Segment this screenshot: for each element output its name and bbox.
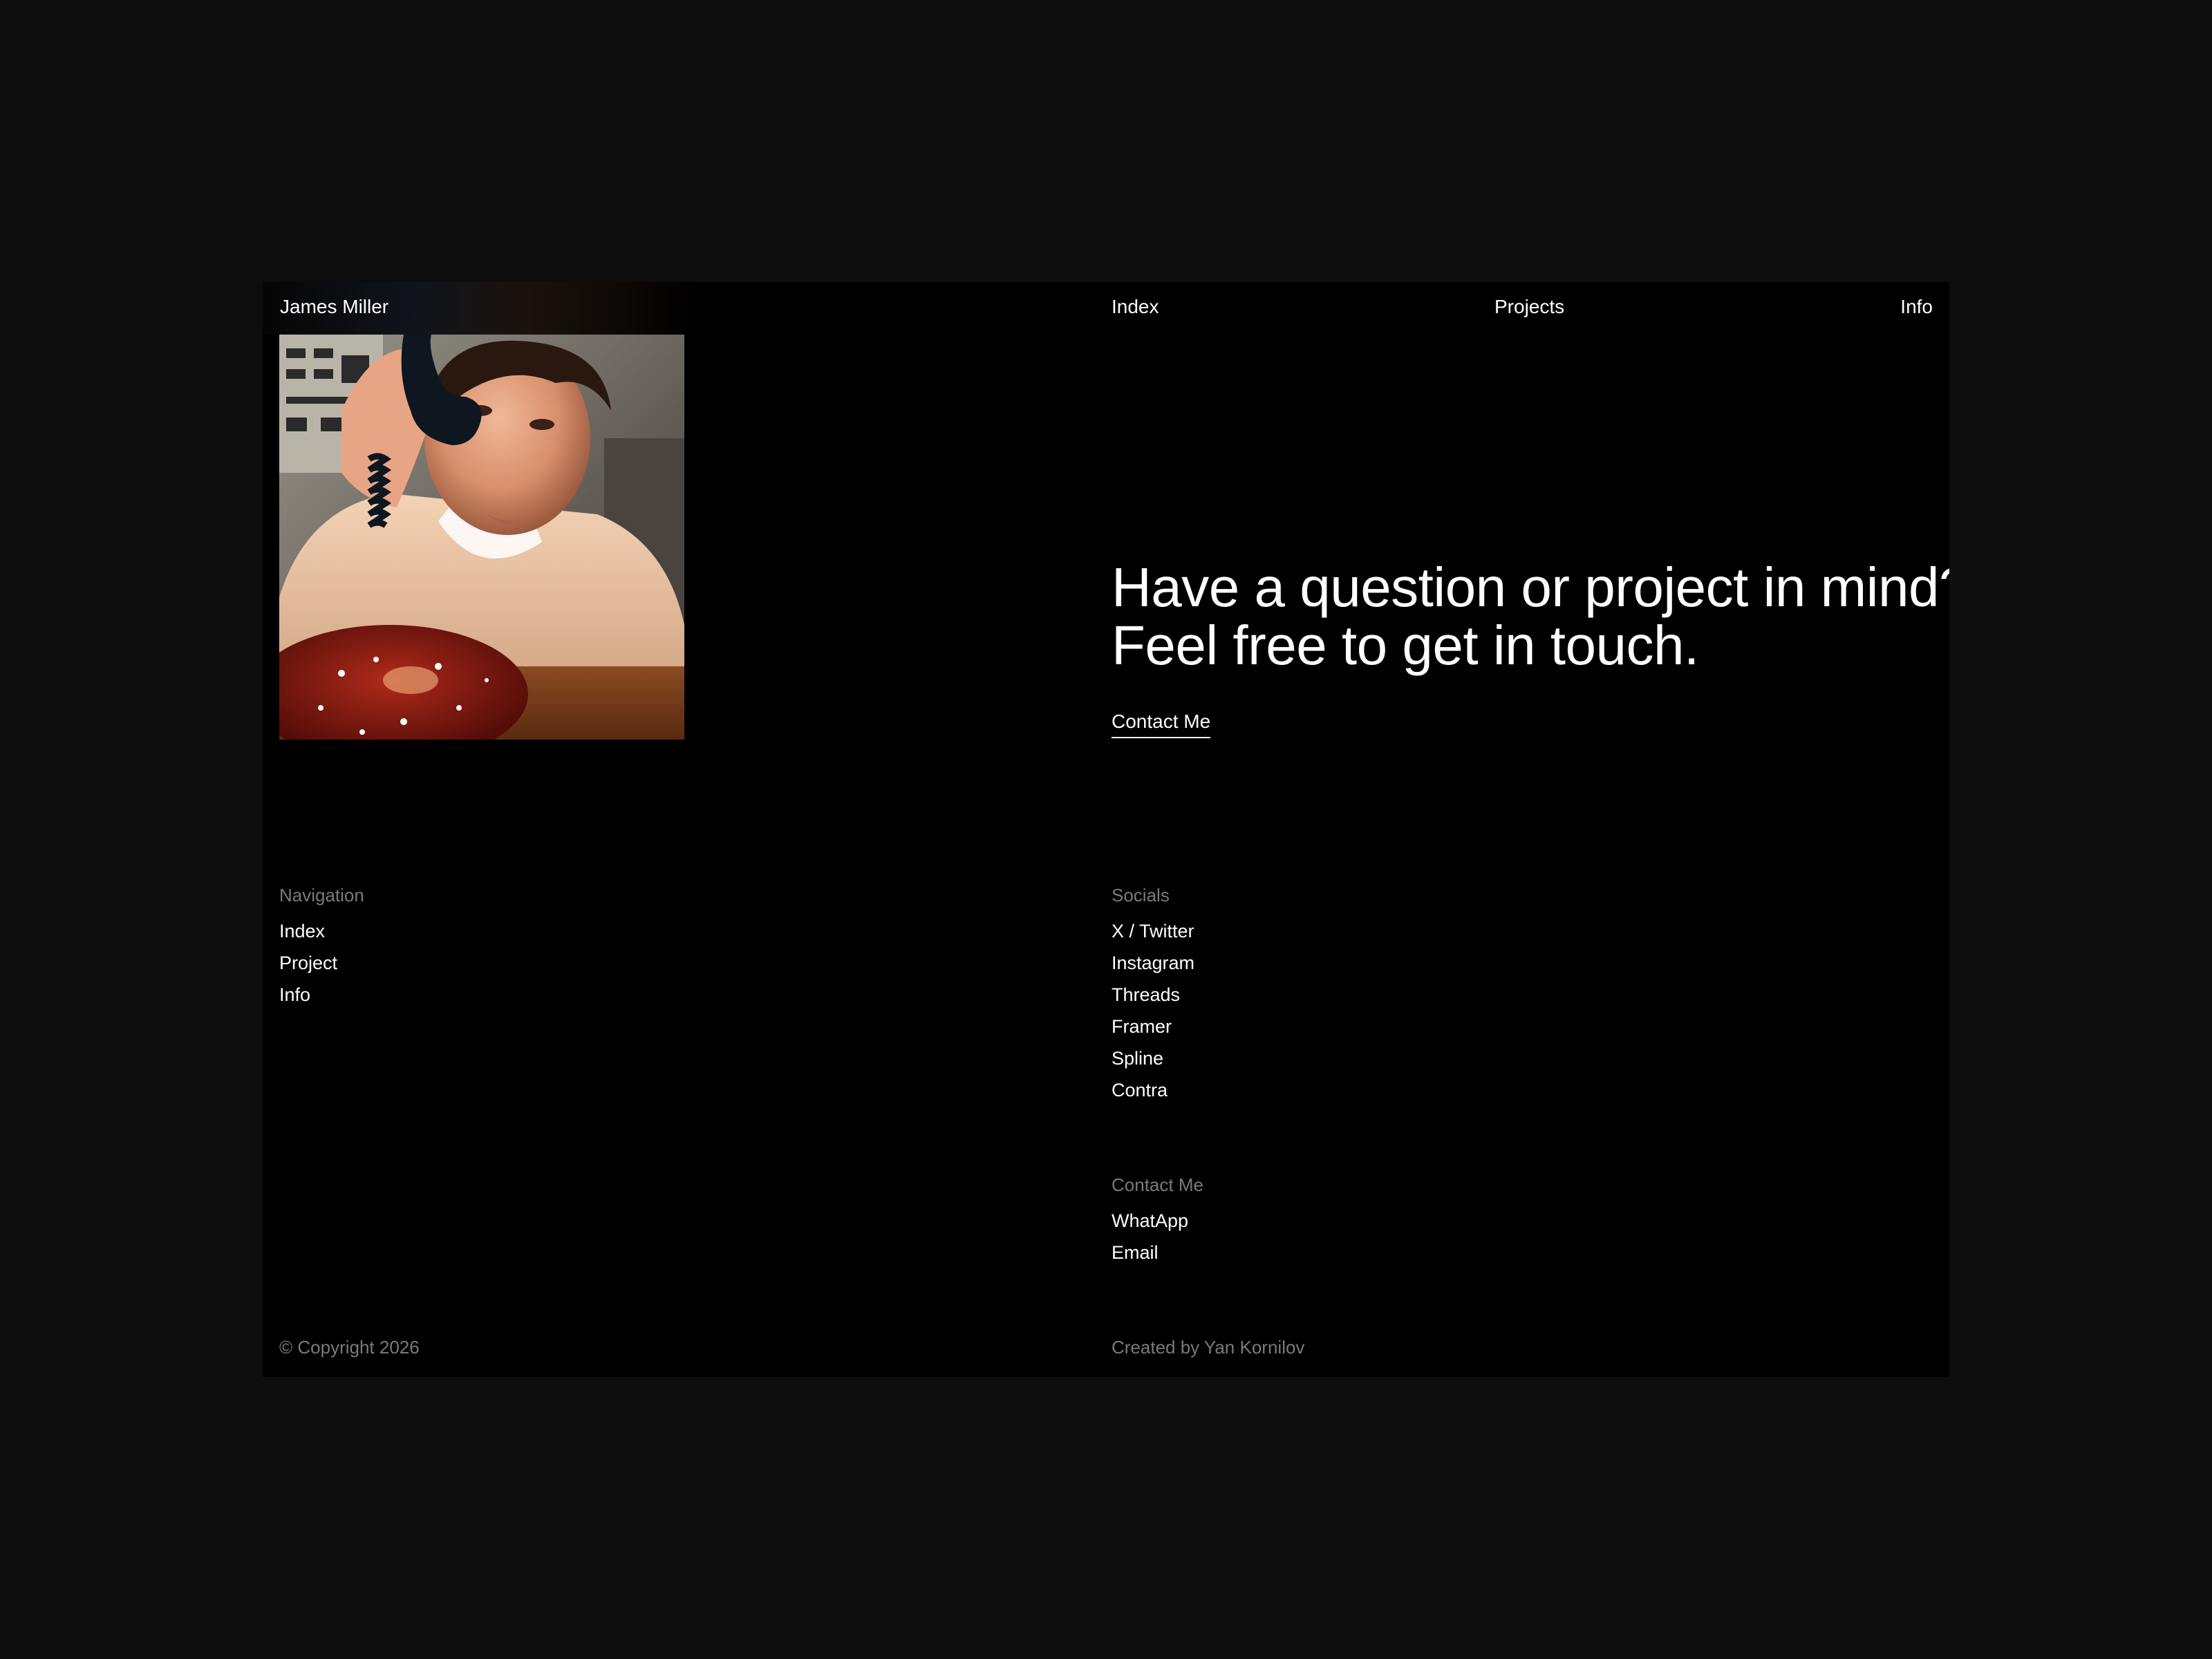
contact-link-whatsapp[interactable]: WhatApp bbox=[1112, 1205, 1188, 1237]
social-link-spline[interactable]: Spline bbox=[1112, 1042, 1194, 1074]
social-link-x-twitter[interactable]: X / Twitter bbox=[1112, 915, 1194, 947]
footer-nav-link-project[interactable]: Project bbox=[279, 947, 337, 979]
nav-link-index[interactable]: Index bbox=[1112, 297, 1159, 317]
footer-nav-link-index[interactable]: Index bbox=[279, 915, 337, 947]
footer-nav-link-info[interactable]: Info bbox=[279, 979, 337, 1011]
creator-credit-link[interactable]: Created by Yan Kornilov bbox=[1112, 1338, 1304, 1356]
hero-headline-line-1: Have a question or project in mind? bbox=[1112, 556, 1949, 618]
copyright-text: © Copyright 2026 bbox=[279, 1337, 420, 1358]
socials-section-title: Socials bbox=[1112, 885, 1170, 906]
contact-list: WhatApp Email bbox=[1112, 1205, 1188, 1268]
hero-headline: Have a question or project in mind? Feel… bbox=[1112, 559, 1949, 675]
social-link-framer[interactable]: Framer bbox=[1112, 1011, 1194, 1042]
nav-link-projects[interactable]: Projects bbox=[1494, 297, 1564, 317]
social-link-instagram[interactable]: Instagram bbox=[1112, 947, 1194, 979]
socials-list: X / Twitter Instagram Threads Framer Spl… bbox=[1112, 915, 1194, 1106]
portrait-photo bbox=[279, 335, 684, 740]
site-frame: James Miller Index Projects Info Have a … bbox=[263, 282, 1949, 1377]
contact-me-link[interactable]: Contact Me bbox=[1112, 712, 1211, 738]
navigation-section-title: Navigation bbox=[279, 885, 364, 906]
navigation-list: Index Project Info bbox=[279, 915, 337, 1011]
contact-section-title: Contact Me bbox=[1112, 1174, 1203, 1195]
hero-headline-line-2: Feel free to get in touch. bbox=[1112, 615, 1699, 676]
social-link-contra[interactable]: Contra bbox=[1112, 1074, 1194, 1106]
brand-name[interactable]: James Miller bbox=[280, 297, 388, 317]
social-link-threads[interactable]: Threads bbox=[1112, 979, 1194, 1011]
contact-link-email[interactable]: Email bbox=[1112, 1237, 1188, 1268]
nav-link-info[interactable]: Info bbox=[1900, 297, 1933, 317]
